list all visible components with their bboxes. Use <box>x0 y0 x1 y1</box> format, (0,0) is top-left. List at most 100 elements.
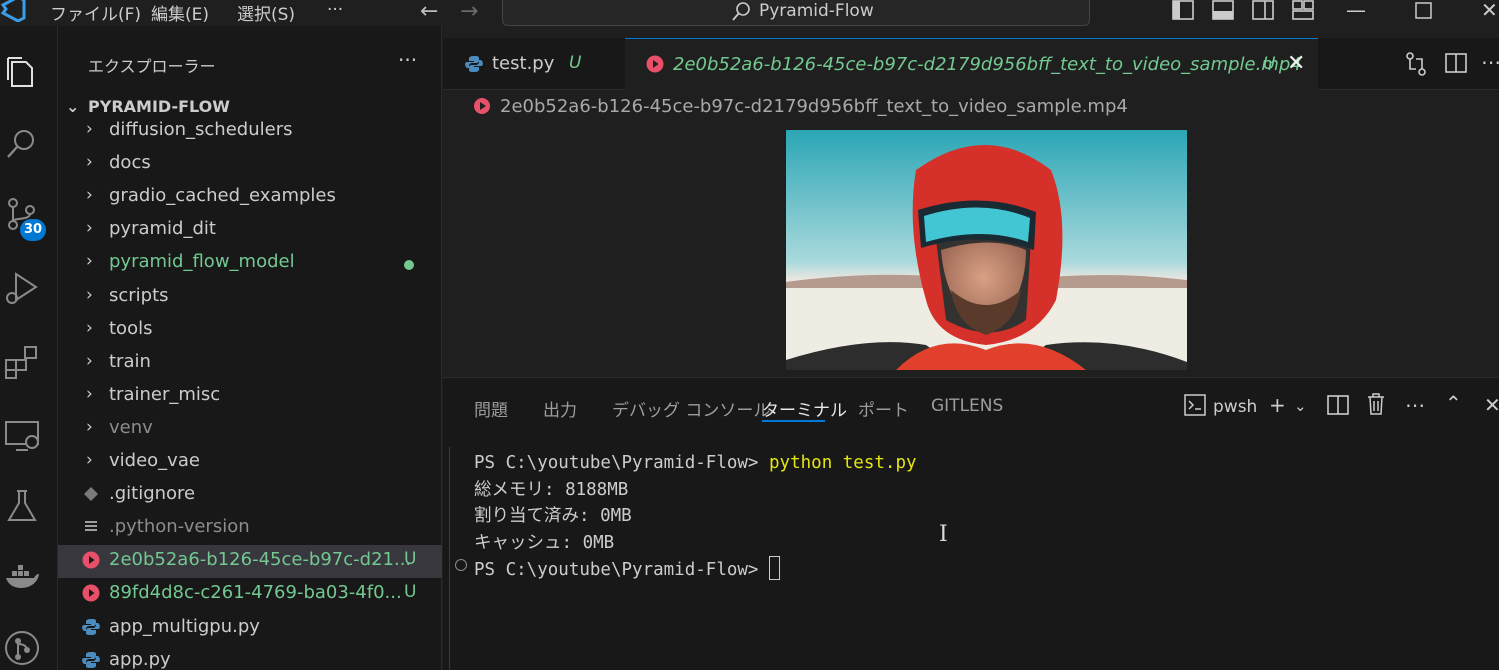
tree-folder[interactable]: › pyramid_flow_model <box>58 247 442 280</box>
tree-file[interactable]: .python-version <box>58 512 442 545</box>
maximize-icon[interactable] <box>1415 2 1432 19</box>
close-tab-icon[interactable]: ✕ <box>1287 51 1305 76</box>
run-debug-icon[interactable] <box>4 270 40 306</box>
tab-gitlens[interactable]: GITLENS <box>931 396 1003 416</box>
terminal-prompt: PS C:\youtube\Pyramid-Flow> <box>474 453 770 473</box>
tree-folder[interactable]: › train <box>58 347 442 380</box>
split-terminal-icon[interactable] <box>1327 395 1349 415</box>
chevron-right-icon: › <box>86 383 93 404</box>
remote-explorer-icon[interactable] <box>4 418 40 454</box>
tree-file[interactable]: .gitignore <box>58 479 442 512</box>
menu-more[interactable]: ··· <box>327 0 343 20</box>
chevron-right-icon: › <box>86 317 93 338</box>
source-control-badge: 30 <box>20 219 46 241</box>
breadcrumb-label: 2e0b52a6-b126-45ce-b97c-d2179d956bff_tex… <box>500 96 1128 117</box>
tree-item-label: .gitignore <box>109 483 196 505</box>
chevron-right-icon: › <box>86 416 93 437</box>
chevron-right-icon: › <box>86 185 93 206</box>
tree-folder[interactable]: › docs <box>58 148 442 181</box>
tab-ports[interactable]: ポート <box>858 396 909 421</box>
text-cursor-icon: I <box>939 522 948 547</box>
editor-more-icon[interactable]: ⋯ <box>1481 50 1499 74</box>
tree-folder[interactable]: › tools <box>58 314 442 347</box>
forward-arrow-icon[interactable]: → <box>460 0 478 24</box>
tab-status: U <box>569 53 582 73</box>
command-center-search[interactable]: Pyramid-Flow <box>502 0 1090 26</box>
tree-item-label: diffusion_schedulers <box>109 119 293 140</box>
activity-bar: 30 <box>0 26 58 670</box>
close-panel-icon[interactable]: ✕ <box>1484 393 1499 417</box>
terminal-line: PS C:\youtube\Pyramid-Flow> python test.… <box>474 450 917 477</box>
close-window-icon[interactable]: ✕ <box>1481 0 1498 22</box>
panel-more-icon[interactable]: ⋯ <box>1405 393 1425 417</box>
terminal-line: 総メモリ: 8188MB <box>474 479 629 500</box>
explorer-icon[interactable] <box>4 54 40 90</box>
video-preview[interactable] <box>786 130 1187 370</box>
search-icon[interactable] <box>4 126 40 162</box>
terminal-shell-label[interactable]: pwsh <box>1213 397 1257 417</box>
menu-selection[interactable]: 選択(S) <box>237 0 295 25</box>
new-terminal-icon[interactable]: + <box>1269 393 1286 417</box>
breadcrumb[interactable]: 2e0b52a6-b126-45ce-b97c-d2179d956bff_tex… <box>474 96 1128 117</box>
git-status: U <box>404 582 417 603</box>
tree-file[interactable]: 2e0b52a6-b126-45ce-b97c-d21... U <box>58 545 442 579</box>
docker-icon[interactable] <box>4 560 40 596</box>
testing-icon[interactable] <box>4 488 40 524</box>
tree-item-label: docs <box>109 152 151 174</box>
tree-item-label: video_vae <box>109 450 200 471</box>
tree-file[interactable]: app.py <box>58 645 442 670</box>
tree-file[interactable]: 89fd4d8c-c261-4769-ba03-4f0... U <box>58 578 442 611</box>
chevron-down-icon: ⌄ <box>66 97 80 116</box>
tree-item-label: trainer_misc <box>109 383 221 405</box>
tree-item-label: app.py <box>109 648 171 670</box>
toggle-primary-sidebar-icon[interactable] <box>1172 0 1194 20</box>
extensions-icon[interactable] <box>4 344 40 380</box>
tree-folder[interactable]: › gradio_cached_examples <box>58 181 442 214</box>
tab-output[interactable]: 出力 <box>543 396 577 421</box>
tree-item-label: .python-version <box>109 516 250 538</box>
open-changes-icon[interactable] <box>1405 52 1427 76</box>
python-file-icon <box>465 56 483 72</box>
menu-edit[interactable]: 編集(E) <box>151 0 209 25</box>
terminal-command: python test.py <box>769 453 917 473</box>
tree-folder[interactable]: › diffusion_schedulers <box>58 115 442 148</box>
tree-file[interactable]: app_multigpu.py <box>58 612 442 645</box>
terminal-cursor <box>769 556 781 580</box>
tree-folder[interactable]: › pyramid_dit <box>58 214 442 247</box>
explorer-more-button[interactable]: ··· <box>398 48 417 72</box>
git-graph-icon[interactable] <box>4 630 40 666</box>
toggle-secondary-sidebar-icon[interactable] <box>1252 0 1274 20</box>
trash-icon[interactable] <box>1367 393 1385 415</box>
split-editor-icon[interactable] <box>1445 53 1467 73</box>
command-decoration-icon[interactable] <box>455 559 467 571</box>
tree-item-label: train <box>109 350 151 372</box>
workspace-root[interactable]: ⌄ PYRAMID-FLOW <box>66 97 230 116</box>
terminal-output[interactable]: PS C:\youtube\Pyramid-Flow> python test.… <box>474 450 917 584</box>
chevron-right-icon: › <box>86 119 93 139</box>
minimize-icon[interactable]: — <box>1346 0 1366 22</box>
maximize-panel-icon[interactable]: ⌃ <box>1445 391 1462 415</box>
tab-debug-console[interactable]: デバッグ コンソール <box>612 396 770 421</box>
tab-video-mp4[interactable]: 2e0b52a6-b126-45ce-b97c-d2179d956bff_tex… <box>625 38 1318 90</box>
chevron-right-icon: › <box>86 218 93 239</box>
back-arrow-icon[interactable]: ← <box>420 0 438 24</box>
tree-folder[interactable]: › trainer_misc <box>58 380 442 413</box>
menu-file[interactable]: ファイル(F) <box>50 0 141 25</box>
customize-layout-icon[interactable] <box>1292 0 1314 20</box>
video-file-icon <box>474 98 490 114</box>
tab-terminal[interactable]: ターミナル <box>762 396 847 421</box>
tree-folder[interactable]: › scripts <box>58 281 442 314</box>
terminal-gutter <box>449 447 450 670</box>
chevron-down-icon[interactable]: ⌄ <box>1294 397 1307 415</box>
tree-item-label: gradio_cached_examples <box>109 185 336 207</box>
tree-item-label: 89fd4d8c-c261-4769-ba03-4f0... <box>109 582 402 604</box>
toggle-panel-icon[interactable] <box>1212 0 1234 20</box>
tree-folder[interactable]: › venv <box>58 413 442 446</box>
terminal-line: 割り当て済み: 0MB <box>474 506 632 526</box>
chevron-right-icon: › <box>86 284 93 305</box>
tab-problems[interactable]: 問題 <box>474 396 508 421</box>
tree-item-label: pyramid_dit <box>109 218 216 240</box>
tree-folder[interactable]: › video_vae <box>58 446 442 479</box>
tab-test-py[interactable]: test.py U <box>443 38 625 90</box>
bottom-panel: 問題 出力 デバッグ コンソール ターミナル ポート GITLENS pwsh … <box>443 377 1499 670</box>
